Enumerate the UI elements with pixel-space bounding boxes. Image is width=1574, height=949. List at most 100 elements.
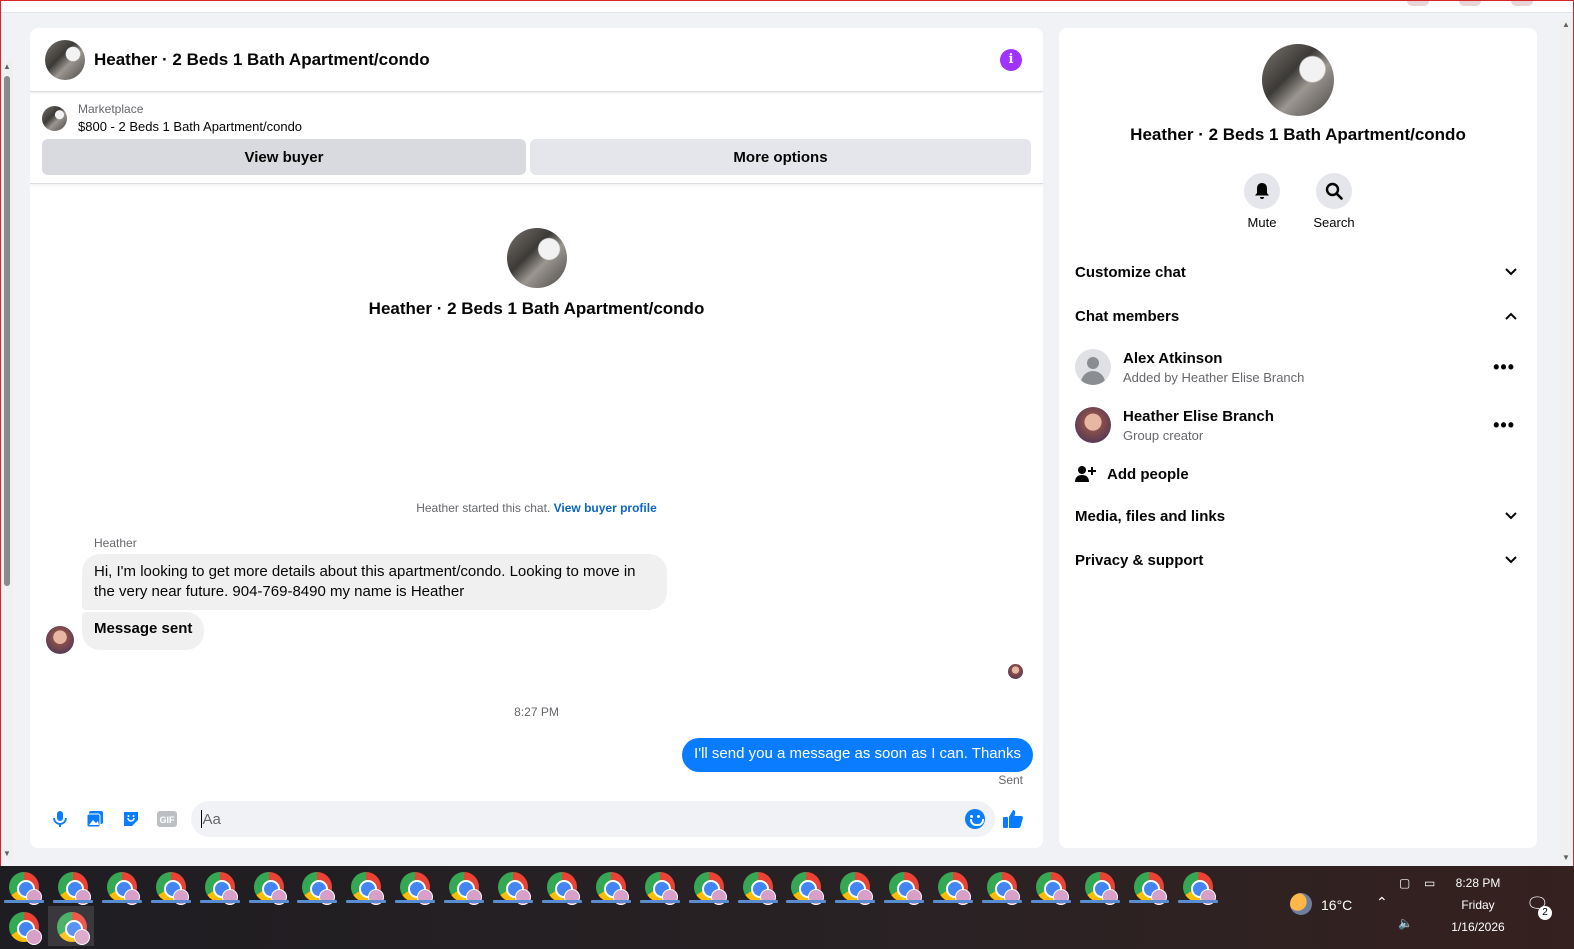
info-icon[interactable]: i xyxy=(1000,48,1022,71)
privacy-support-section[interactable]: Privacy & support xyxy=(1059,538,1537,582)
bell-icon xyxy=(1255,183,1269,199)
chrome-profile-icon[interactable] xyxy=(1036,872,1069,905)
mute-button[interactable]: Mute xyxy=(1243,173,1281,230)
thumbs-up-icon[interactable] xyxy=(995,801,1031,837)
thread-avatar[interactable] xyxy=(506,228,567,288)
emoji-icon[interactable] xyxy=(965,809,986,829)
member-row[interactable]: Heather Elise Branch Group creator ••• xyxy=(1059,396,1537,454)
scroll-down-arrow[interactable]: ▼ xyxy=(3,849,11,858)
listing-thumbnail[interactable] xyxy=(42,105,67,131)
taskbar-running-indicator xyxy=(1178,900,1218,903)
message-input-placeholder: Aa xyxy=(202,810,221,828)
chevron-down-icon xyxy=(1501,262,1521,282)
member-subtitle: Group creator xyxy=(1123,427,1204,443)
network-icon[interactable]: ▭ xyxy=(1424,876,1435,890)
chrome-profile-icon[interactable] xyxy=(547,872,580,905)
chrome-profile-icon[interactable] xyxy=(254,872,287,905)
taskbar-running-indicator xyxy=(444,900,484,903)
scroll-up-arrow[interactable]: ▲ xyxy=(3,62,11,71)
message-composer: GIF Aa xyxy=(30,790,1043,848)
gif-icon[interactable]: GIF xyxy=(149,801,185,837)
chrome-profile-icon[interactable] xyxy=(351,872,384,905)
browser-top-strip xyxy=(1,1,1573,13)
chrome-profile-icon[interactable] xyxy=(156,872,189,905)
chrome-profile-icon[interactable] xyxy=(58,872,91,905)
chrome-profile-icon[interactable] xyxy=(987,872,1020,905)
volume-icon[interactable]: 🔈 xyxy=(1398,916,1413,930)
incoming-message[interactable]: Message sent xyxy=(82,612,205,650)
right-scrollbar[interactable]: ▲ ▼ xyxy=(1560,20,1572,862)
more-options-icon[interactable]: ••• xyxy=(1493,357,1515,378)
chrome-profile-icon[interactable] xyxy=(645,872,678,905)
taskbar-running-indicator xyxy=(200,900,240,903)
chrome-profile-icon[interactable] xyxy=(107,872,140,905)
chat-panel: Heather · 2 Beds 1 Bath Apartment/condo … xyxy=(30,28,1043,848)
chrome-profile-icon[interactable] xyxy=(302,872,335,905)
svg-text:GIF: GIF xyxy=(159,815,175,825)
chrome-profile-icon[interactable] xyxy=(889,872,922,905)
member-avatar[interactable] xyxy=(1075,407,1111,443)
scroll-down-arrow[interactable]: ▼ xyxy=(1562,853,1570,862)
incoming-message[interactable]: Hi, I'm looking to get more details abou… xyxy=(82,554,667,610)
taskbar-running-indicator xyxy=(689,900,729,903)
chrome-profile-icon[interactable] xyxy=(205,872,238,905)
photo-icon[interactable] xyxy=(78,801,114,837)
chrome-profile-icon[interactable] xyxy=(400,872,433,905)
chevron-up-icon[interactable]: ⌃ xyxy=(1376,894,1388,911)
chrome-profile-icon[interactable] xyxy=(694,872,727,905)
weather-icon[interactable] xyxy=(1290,893,1312,915)
view-buyer-profile-link[interactable]: View buyer profile xyxy=(554,501,657,515)
thread-intro-title: Heather · 2 Beds 1 Bath Apartment/condo xyxy=(368,299,705,318)
taskbar-running-indicator xyxy=(982,900,1022,903)
taskbar-running-indicator xyxy=(542,900,582,903)
default-avatar[interactable] xyxy=(1075,349,1111,385)
left-scrollbar[interactable]: ▲ ▼ xyxy=(1,60,13,860)
listing-avatar[interactable] xyxy=(45,39,85,80)
chrome-profile-icon[interactable] xyxy=(1085,872,1118,905)
conversation-avatar[interactable] xyxy=(1262,44,1334,116)
taskbar-running-indicator xyxy=(102,900,142,903)
chrome-profile-icon[interactable] xyxy=(938,872,971,905)
notification-count-badge: 2 xyxy=(1538,906,1552,920)
message-input[interactable]: Aa xyxy=(190,801,996,837)
taskbar-running-indicator xyxy=(1080,900,1120,903)
clock-day[interactable]: Friday xyxy=(1448,898,1508,912)
sender-name: Heather xyxy=(94,536,137,550)
chrome-profile-icon[interactable] xyxy=(498,872,531,905)
media-files-links-section[interactable]: Media, files and links xyxy=(1059,494,1537,538)
chrome-profile-icon[interactable] xyxy=(791,872,824,905)
chrome-profile-icon[interactable] xyxy=(1183,872,1216,905)
outgoing-message[interactable]: I'll send you a message as soon as I can… xyxy=(682,738,1033,772)
member-name[interactable]: Heather Elise Branch xyxy=(1123,408,1274,425)
chevron-down-icon xyxy=(1501,506,1521,526)
sticker-icon[interactable] xyxy=(113,801,149,837)
more-options-icon[interactable]: ••• xyxy=(1493,415,1515,436)
search-label: Search xyxy=(1313,215,1355,230)
chrome-profile-icon[interactable] xyxy=(449,872,482,905)
chrome-profile-icon[interactable] xyxy=(840,872,873,905)
customize-chat-section[interactable]: Customize chat xyxy=(1059,250,1537,294)
member-name[interactable]: Alex Atkinson xyxy=(1123,350,1304,367)
chrome-profile-icon[interactable] xyxy=(9,912,42,945)
active-taskbar-highlight xyxy=(48,906,94,946)
chrome-profile-icon[interactable] xyxy=(9,872,42,905)
add-people-button[interactable]: Add people xyxy=(1059,454,1537,494)
chat-members-section[interactable]: Chat members xyxy=(1059,294,1537,338)
chat-title[interactable]: Heather · 2 Beds 1 Bath Apartment/condo xyxy=(94,50,430,70)
scrollbar-thumb[interactable] xyxy=(4,76,10,586)
view-buyer-button[interactable]: View buyer xyxy=(42,139,526,175)
more-options-button[interactable]: More options xyxy=(530,139,1031,175)
scroll-up-arrow[interactable]: ▲ xyxy=(1562,20,1570,29)
chrome-profile-icon[interactable] xyxy=(1134,872,1167,905)
member-row[interactable]: Alex Atkinson Added by Heather Elise Bra… xyxy=(1059,338,1537,396)
sender-avatar[interactable] xyxy=(46,626,74,654)
chrome-profile-icon[interactable] xyxy=(596,872,629,905)
clock-date[interactable]: 1/16/2026 xyxy=(1448,920,1508,934)
search-button[interactable]: Search xyxy=(1313,173,1355,230)
temperature[interactable]: 16°C xyxy=(1321,897,1352,913)
clock-time[interactable]: 8:28 PM xyxy=(1448,876,1508,890)
meet-now-icon[interactable]: ▢ xyxy=(1399,876,1410,890)
chrome-profile-icon[interactable] xyxy=(743,872,776,905)
microphone-icon[interactable] xyxy=(42,801,78,837)
listing-price-title[interactable]: $800 - 2 Beds 1 Bath Apartment/condo xyxy=(78,119,302,134)
